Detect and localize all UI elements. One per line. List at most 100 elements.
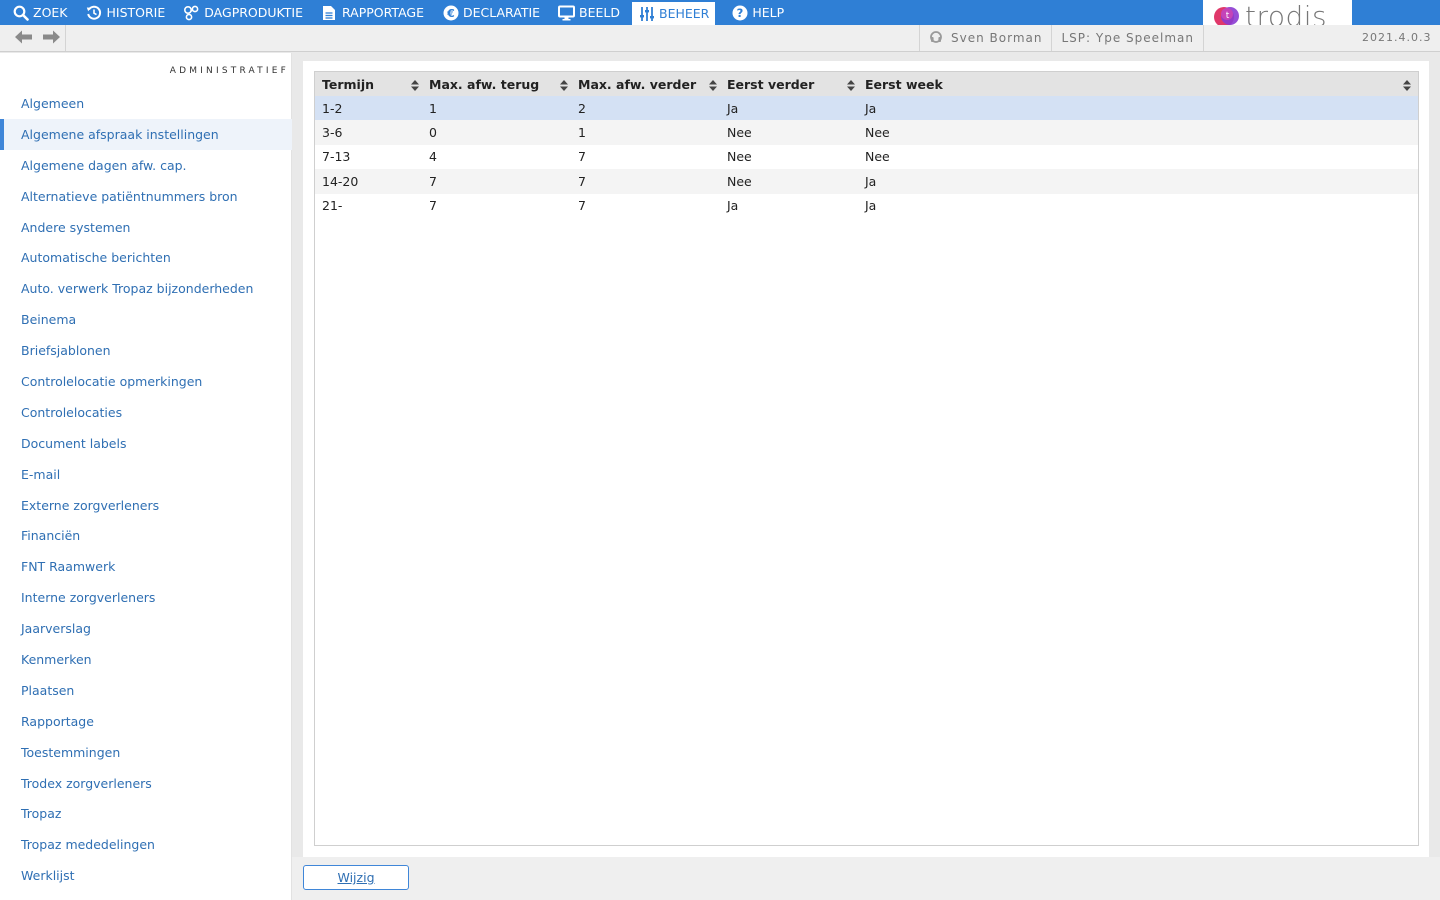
monitor-icon: [558, 4, 576, 21]
arrow-right-icon: [42, 29, 60, 48]
cell-eerst-verder: Nee: [727, 173, 752, 189]
wijzig-button[interactable]: Wijzig: [303, 865, 409, 890]
menu-historie[interactable]: HISTORIE: [74, 0, 172, 25]
menu-label: ZOEK: [33, 5, 68, 20]
sidebar-item-kenmerken[interactable]: Kenmerken: [0, 644, 292, 675]
cell-max-afw-verder: 7: [578, 173, 586, 189]
column-header-max-afw-terug[interactable]: Max. afw. terug: [422, 72, 571, 96]
menu-label: BEHEER: [659, 6, 710, 21]
sidebar-item-trodex-zorgverleners[interactable]: Trodex zorgverleners: [0, 768, 292, 799]
termijn-table: Termijn Max. afw. terug Max. afw. verder…: [315, 72, 1418, 218]
sidebar-list: Algemeen Algemene afspraak instellingen …: [0, 88, 292, 891]
table-row[interactable]: 1-2 1 2 Ja Ja: [315, 96, 1418, 121]
cell-eerst-verder: Nee: [727, 149, 752, 165]
cell-eerst-week: Nee: [865, 149, 890, 165]
arrow-left-icon: [15, 29, 33, 48]
column-header-eerst-week[interactable]: Eerst week: [858, 72, 1418, 96]
sidebar-item-controlelocaties[interactable]: Controlelocaties: [0, 397, 292, 428]
cell-termijn: 14-20: [322, 173, 359, 189]
menu-label: DAGPRODUKTIE: [204, 5, 303, 20]
main-menu: ZOEK HISTORIE DAGPRODUKTIE RAPPORTAGE € …: [0, 0, 790, 25]
current-user[interactable]: Sven Borman: [920, 25, 1053, 51]
menu-help[interactable]: ? HELP: [719, 0, 790, 25]
document-icon: [321, 4, 338, 21]
sidebar-title: ADMINISTRATIEF: [169, 66, 289, 76]
table-header-row: Termijn Max. afw. terug Max. afw. verder…: [315, 72, 1418, 96]
sort-icon: [560, 79, 568, 91]
sliders-icon: [638, 5, 655, 22]
menu-label: RAPPORTAGE: [341, 5, 424, 20]
user-info: Sven Borman LSP: Ype Speelman: [919, 25, 1204, 51]
sidebar-item-rapportage[interactable]: Rapportage: [0, 706, 292, 737]
sidebar-item-briefsjablonen[interactable]: Briefsjablonen: [0, 335, 292, 366]
menu-declaratie[interactable]: € DECLARATIE: [430, 0, 546, 25]
menu-zoek[interactable]: ZOEK: [0, 0, 74, 25]
sidebar-item-plaatsen[interactable]: Plaatsen: [0, 675, 292, 706]
sidebar-item-externe-zorgverleners[interactable]: Externe zorgverleners: [0, 490, 292, 521]
sidebar-item-beinema[interactable]: Beinema: [0, 304, 292, 335]
sidebar-item-document-labels[interactable]: Document labels: [0, 428, 292, 459]
menu-beeld[interactable]: BEELD: [546, 0, 626, 25]
cell-max-afw-verder: 1: [578, 125, 586, 141]
current-lsp[interactable]: LSP: Ype Speelman: [1052, 25, 1204, 51]
menu-dagproduktie[interactable]: DAGPRODUKTIE: [171, 0, 309, 25]
sidebar-item-algemene-afspraak-instellingen[interactable]: Algemene afspraak instellingen: [0, 118, 292, 150]
sidebar-item-algemene-dagen-afw-cap[interactable]: Algemene dagen afw. cap.: [0, 150, 292, 181]
sidebar-item-alternatieve-patientnummers-bron[interactable]: Alternatieve patiëntnummers bron: [0, 181, 292, 212]
user-name: Sven Borman: [951, 31, 1043, 45]
bottom-action-bar: [292, 857, 1440, 900]
cell-max-afw-terug: 4: [429, 149, 437, 165]
cell-max-afw-verder: 7: [578, 198, 586, 214]
sidebar-item-controlelocatie-opmerkingen[interactable]: Controlelocatie opmerkingen: [0, 366, 292, 397]
sidebar-item-werklijst[interactable]: Werklijst: [0, 860, 292, 891]
menu-beheer[interactable]: BEHEER: [632, 2, 716, 25]
sort-icon: [709, 79, 717, 91]
sidebar-item-interne-zorgverleners[interactable]: Interne zorgverleners: [0, 582, 292, 613]
sidebar-item-jaarverslag[interactable]: Jaarverslag: [0, 613, 292, 644]
sidebar-item-e-mail[interactable]: E-mail: [0, 459, 292, 490]
cell-termijn: 21-: [322, 198, 343, 214]
cell-eerst-week: Ja: [865, 173, 877, 189]
sidebar-item-andere-systemen[interactable]: Andere systemen: [0, 212, 292, 243]
table-row[interactable]: 3-6 0 1 Nee Nee: [315, 120, 1418, 145]
column-header-termijn[interactable]: Termijn: [315, 72, 422, 96]
dagproduktie-icon: [183, 4, 200, 21]
toolbar-divider: [65, 25, 66, 51]
user-icon: [929, 31, 943, 45]
sidebar: ADMINISTRATIEF Algemeen Algemene afspraa…: [0, 53, 292, 900]
sidebar-item-tropaz-mededelingen[interactable]: Tropaz mededelingen: [0, 829, 292, 860]
table-row[interactable]: 21- 7 7 Ja Ja: [315, 194, 1418, 218]
sidebar-item-toestemmingen[interactable]: Toestemmingen: [0, 737, 292, 768]
cell-eerst-week: Ja: [865, 198, 877, 214]
cell-eerst-week: Nee: [865, 125, 890, 141]
menu-label: DECLARATIE: [463, 5, 541, 20]
cell-max-afw-verder: 2: [578, 100, 586, 116]
cell-eerst-verder: Nee: [727, 125, 752, 141]
sidebar-item-financien[interactable]: Financiën: [0, 520, 292, 551]
cell-max-afw-terug: 1: [429, 100, 437, 116]
forward-button[interactable]: [39, 28, 63, 48]
navigation-toolbar: Sven Borman LSP: Ype Speelman 2021.4.0.3: [0, 25, 1440, 52]
sort-icon: [1403, 79, 1411, 91]
sidebar-item-tropaz[interactable]: Tropaz: [0, 798, 292, 829]
svg-text:t: t: [1226, 11, 1230, 21]
cell-termijn: 3-6: [322, 125, 343, 141]
back-button[interactable]: [12, 28, 36, 48]
column-header-eerst-verder[interactable]: Eerst verder: [720, 72, 858, 96]
cell-max-afw-verder: 7: [578, 149, 586, 165]
column-header-max-afw-verder[interactable]: Max. afw. verder: [571, 72, 720, 96]
menu-rapportage[interactable]: RAPPORTAGE: [309, 0, 430, 25]
table-row[interactable]: 7-13 4 7 Nee Nee: [315, 145, 1418, 169]
sidebar-item-automatische-berichten[interactable]: Automatische berichten: [0, 242, 292, 273]
cell-max-afw-terug: 7: [429, 198, 437, 214]
svg-text:€: €: [446, 7, 455, 20]
cell-eerst-verder: Ja: [727, 100, 739, 116]
sidebar-item-auto-verwerk-tropaz[interactable]: Auto. verwerk Tropaz bijzonderheden: [0, 273, 292, 304]
menu-label: HISTORIE: [106, 5, 166, 20]
svg-text:?: ?: [737, 6, 744, 20]
sidebar-item-algemeen[interactable]: Algemeen: [0, 88, 292, 119]
history-icon: [86, 4, 103, 21]
termijn-grid: Termijn Max. afw. terug Max. afw. verder…: [314, 71, 1419, 846]
table-row[interactable]: 14-20 7 7 Nee Ja: [315, 169, 1418, 194]
sidebar-item-fnt-raamwerk[interactable]: FNT Raamwerk: [0, 551, 292, 582]
